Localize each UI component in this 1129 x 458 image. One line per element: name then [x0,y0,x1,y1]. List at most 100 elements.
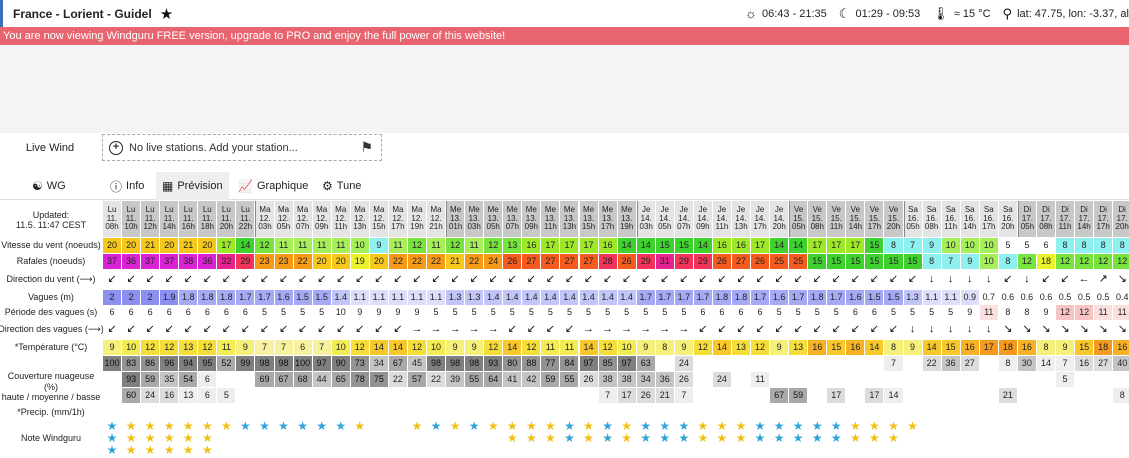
cloud-mid-cell: 26 [579,372,598,387]
rating-star-icon: ★ [811,431,823,445]
cloud-mid-cell [846,372,865,387]
wind-dir-cell: ↙ [255,271,274,288]
forecast-column-header: Ve 15. 05h [789,201,808,237]
rating-cell: ★ ★ ★ [122,420,140,456]
precip-cell [770,404,789,420]
header-text: 17h [753,222,767,232]
waves-cell: 0.9 [960,290,979,305]
cloud-high-cell: 90 [331,356,350,371]
waves-cell: 1.3 [903,290,922,305]
cloud-low-cell [407,388,426,403]
cloud-mid-cell [236,372,255,387]
rating-cell: ★ [427,420,445,456]
wind-dir-cell: ↙ [560,271,579,288]
waves-cell: 1.5 [865,290,884,305]
wind-dir-cell: ↙ [808,271,827,288]
wind-cell: 10 [941,238,960,253]
live-wind-placeholder[interactable]: No live stations. Add your station... [129,142,298,154]
cloud-mid-cell [789,372,808,387]
precip-cell [541,404,560,420]
period-cell: 6 [731,305,751,320]
spot-name: France - Lorient - Guidel [13,6,152,21]
gusts-cell: 12 [1075,254,1094,269]
header-text: 17h [867,222,882,232]
gusts-cell: 29 [236,254,255,269]
star-icon[interactable]: ★ [160,5,173,23]
temp-cell: 7 [274,340,293,355]
period-cell: 5 [770,305,789,320]
live-wind-box[interactable]: + No live stations. Add your station... … [102,134,382,161]
cloud-high-cell: 98 [465,356,484,371]
cloud-mid-cell: 93 [122,372,141,387]
cloud-low-cell: 17 [617,388,636,403]
forecast-column-header: Di 17. 14h [1075,201,1094,237]
cloud-mid-cell: 41 [503,372,522,387]
waves-cell: 1.7 [236,290,255,305]
tab-graphique[interactable]: 📈 Graphique [232,172,314,200]
cloud-mid-cell [827,372,846,387]
tab-tune[interactable]: ⚙ Tune [316,172,367,200]
rating-cell: ★ ★ ★ [141,420,159,456]
waves-cell: 0.7 [979,290,998,305]
row-label-waves: Vagues (m) [28,292,74,303]
rating-cell: ★ ★ [884,420,902,456]
wave-dir-cell: → [636,321,655,338]
waves-cell: 1.4 [617,290,636,305]
waves-cell: 2 [122,290,141,305]
header-text: 22h [238,222,253,232]
tab-prevision[interactable]: ▦ Prévision [156,172,229,200]
rating-star-icon: ★ [659,431,671,445]
temp-cell: 9 [674,340,693,355]
upgrade-banner[interactable]: You are now viewing Windguru FREE versio… [0,27,1129,45]
top-bar: France - Lorient - Guidel ★ ☼ 06:43 - 21:… [0,0,1129,27]
tab-wg[interactable]: ☯ WG [26,172,72,200]
updated-title: Updated: [32,209,70,220]
wind-dir-cell: ↙ [465,271,484,288]
gears-icon: ⚙ [322,179,333,193]
gusts-cell: 37 [160,254,179,269]
cloud-high-cell: 97 [617,356,636,371]
wave-dir-cell: → [446,321,465,338]
rating-cell: ★ ★ [846,420,864,456]
waves-cell: 2 [103,290,122,305]
rating-star-icon: ★ [697,431,709,445]
wind-dir-cell: ↙ [636,271,655,288]
wind-cell: 14 [236,238,255,253]
cloud-high-cell: 98 [274,356,293,371]
header-text: 20h [1001,222,1015,232]
temp-cell: 8 [1036,340,1055,355]
cloud-mid-cell [217,372,236,387]
wind-cell: 5 [1017,238,1036,253]
gusts-cell: 12 [1017,254,1036,269]
header-text: 07h [677,222,691,232]
add-icon[interactable]: + [109,140,123,155]
tab-info[interactable]: ⓘ Info [104,172,150,200]
wave-dir-cell: → [579,321,598,338]
wind-dir-cell: ↙ [312,271,331,288]
header-text: 12h [143,222,157,232]
wave-dir-cell: → [655,321,674,338]
precip-cell [617,404,636,420]
forecast-column-header: Di 17. 11h [1056,201,1075,237]
period-cell: 9 [350,305,369,320]
waves-cell: 1.7 [255,290,274,305]
waves-cell: 1.1 [388,290,407,305]
cloud-low-cell: 21 [998,388,1017,403]
wave-dir-cell: ↙ [236,321,255,338]
temp-cell: 11 [560,340,579,355]
cloud-low-cell: 14 [884,388,903,403]
waves-cell: 1.8 [179,290,198,305]
cloud-mid-cell [865,372,884,387]
precip-cell [465,404,484,420]
wave-dir-cell: → [407,321,426,338]
rating-star-icon: ★ [525,431,537,445]
header-text: 07h [295,222,310,232]
cloud-high-cell: 88 [522,356,541,371]
precip-cell [331,404,350,420]
waves-cell: 1.4 [560,290,579,305]
water-temp: ≈ 15 °C [953,7,991,20]
row-label-wind-dir: Direction du vent (⟶) [6,274,96,285]
wind-cell: 11 [331,238,350,253]
cloud-mid-cell [103,372,122,387]
cloud-mid-cell: 44 [312,372,331,387]
